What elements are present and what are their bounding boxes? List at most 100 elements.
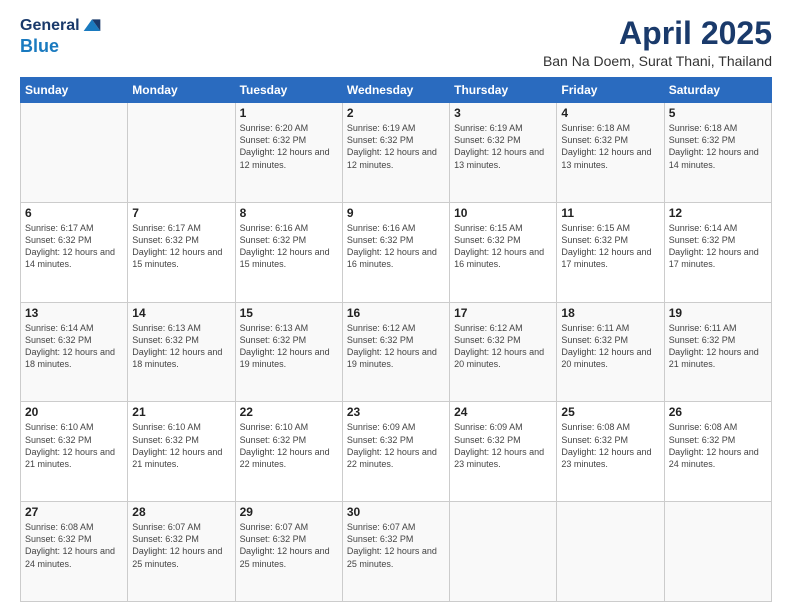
weekday-header: Monday <box>128 78 235 103</box>
day-number: 12 <box>669 206 767 220</box>
day-info: Sunrise: 6:10 AM Sunset: 6:32 PM Dayligh… <box>25 421 123 470</box>
day-number: 29 <box>240 505 338 519</box>
calendar-cell: 15 Sunrise: 6:13 AM Sunset: 6:32 PM Dayli… <box>235 302 342 402</box>
day-number: 24 <box>454 405 552 419</box>
calendar-cell: 7 Sunrise: 6:17 AM Sunset: 6:32 PM Daylig… <box>128 202 235 302</box>
day-number: 19 <box>669 306 767 320</box>
weekday-header: Wednesday <box>342 78 449 103</box>
day-number: 17 <box>454 306 552 320</box>
calendar-cell <box>557 502 664 602</box>
day-info: Sunrise: 6:19 AM Sunset: 6:32 PM Dayligh… <box>454 122 552 171</box>
day-info: Sunrise: 6:07 AM Sunset: 6:32 PM Dayligh… <box>132 521 230 570</box>
day-number: 15 <box>240 306 338 320</box>
day-number: 4 <box>561 106 659 120</box>
day-number: 6 <box>25 206 123 220</box>
day-info: Sunrise: 6:15 AM Sunset: 6:32 PM Dayligh… <box>454 222 552 271</box>
day-number: 2 <box>347 106 445 120</box>
calendar-cell: 26 Sunrise: 6:08 AM Sunset: 6:32 PM Dayli… <box>664 402 771 502</box>
calendar-cell: 13Sunrise: 6:14 AM Sunset: 6:32 PM Dayli… <box>21 302 128 402</box>
calendar-cell: 1 Sunrise: 6:20 AM Sunset: 6:32 PM Daylig… <box>235 103 342 203</box>
day-info: Sunrise: 6:07 AM Sunset: 6:32 PM Dayligh… <box>347 521 445 570</box>
calendar-cell: 9 Sunrise: 6:16 AM Sunset: 6:32 PM Daylig… <box>342 202 449 302</box>
day-number: 11 <box>561 206 659 220</box>
calendar-week-row: 13Sunrise: 6:14 AM Sunset: 6:32 PM Dayli… <box>21 302 772 402</box>
day-number: 3 <box>454 106 552 120</box>
calendar-week-row: 1 Sunrise: 6:20 AM Sunset: 6:32 PM Daylig… <box>21 103 772 203</box>
day-info: Sunrise: 6:12 AM Sunset: 6:32 PM Dayligh… <box>347 322 445 371</box>
weekday-header: Tuesday <box>235 78 342 103</box>
day-number: 14 <box>132 306 230 320</box>
calendar-cell: 28 Sunrise: 6:07 AM Sunset: 6:32 PM Dayli… <box>128 502 235 602</box>
calendar-cell <box>128 103 235 203</box>
day-info: Sunrise: 6:08 AM Sunset: 6:32 PM Dayligh… <box>669 421 767 470</box>
calendar-cell <box>664 502 771 602</box>
page: General Blue April 2025 Ban Na Doem, Sur… <box>0 0 792 612</box>
calendar-cell: 30 Sunrise: 6:07 AM Sunset: 6:32 PM Dayli… <box>342 502 449 602</box>
day-number: 22 <box>240 405 338 419</box>
day-info: Sunrise: 6:13 AM Sunset: 6:32 PM Dayligh… <box>240 322 338 371</box>
calendar-cell: 11 Sunrise: 6:15 AM Sunset: 6:32 PM Dayli… <box>557 202 664 302</box>
calendar-cell: 22Sunrise: 6:10 AM Sunset: 6:32 PM Dayli… <box>235 402 342 502</box>
calendar-cell: 19 Sunrise: 6:11 AM Sunset: 6:32 PM Dayli… <box>664 302 771 402</box>
day-number: 9 <box>347 206 445 220</box>
calendar-cell: 20 Sunrise: 6:10 AM Sunset: 6:32 PM Dayli… <box>21 402 128 502</box>
day-info: Sunrise: 6:17 AM Sunset: 6:32 PM Dayligh… <box>132 222 230 271</box>
logo-general: General <box>20 17 80 35</box>
day-number: 10 <box>454 206 552 220</box>
day-info: Sunrise: 6:20 AM Sunset: 6:32 PM Dayligh… <box>240 122 338 171</box>
day-info: Sunrise: 6:17 AM Sunset: 6:32 PM Dayligh… <box>25 222 123 271</box>
day-info: Sunrise: 6:15 AM Sunset: 6:32 PM Dayligh… <box>561 222 659 271</box>
day-info: Sunrise: 6:08 AM Sunset: 6:32 PM Dayligh… <box>25 521 123 570</box>
calendar-cell: 14Sunrise: 6:13 AM Sunset: 6:32 PM Dayli… <box>128 302 235 402</box>
calendar-cell: 27Sunrise: 6:08 AM Sunset: 6:32 PM Dayli… <box>21 502 128 602</box>
day-info: Sunrise: 6:16 AM Sunset: 6:32 PM Dayligh… <box>347 222 445 271</box>
calendar-cell: 8 Sunrise: 6:16 AM Sunset: 6:32 PM Daylig… <box>235 202 342 302</box>
day-number: 5 <box>669 106 767 120</box>
day-number: 7 <box>132 206 230 220</box>
day-number: 16 <box>347 306 445 320</box>
weekday-header: Sunday <box>21 78 128 103</box>
day-number: 1 <box>240 106 338 120</box>
month-title: April 2025 <box>543 16 772 51</box>
day-number: 26 <box>669 405 767 419</box>
day-info: Sunrise: 6:16 AM Sunset: 6:32 PM Dayligh… <box>240 222 338 271</box>
day-info: Sunrise: 6:18 AM Sunset: 6:32 PM Dayligh… <box>669 122 767 171</box>
calendar-cell: 17 Sunrise: 6:12 AM Sunset: 6:32 PM Dayli… <box>450 302 557 402</box>
day-number: 20 <box>25 405 123 419</box>
day-info: Sunrise: 6:11 AM Sunset: 6:32 PM Dayligh… <box>669 322 767 371</box>
weekday-header: Thursday <box>450 78 557 103</box>
day-number: 8 <box>240 206 338 220</box>
calendar-cell: 3 Sunrise: 6:19 AM Sunset: 6:32 PM Daylig… <box>450 103 557 203</box>
logo-icon <box>82 16 102 36</box>
day-number: 28 <box>132 505 230 519</box>
calendar-cell: 18 Sunrise: 6:11 AM Sunset: 6:32 PM Dayli… <box>557 302 664 402</box>
day-number: 18 <box>561 306 659 320</box>
day-number: 21 <box>132 405 230 419</box>
calendar-cell: 16 Sunrise: 6:12 AM Sunset: 6:32 PM Dayli… <box>342 302 449 402</box>
calendar-cell: 24Sunrise: 6:09 AM Sunset: 6:32 PM Dayli… <box>450 402 557 502</box>
calendar-cell: 2 Sunrise: 6:19 AM Sunset: 6:32 PM Daylig… <box>342 103 449 203</box>
calendar-table: SundayMondayTuesdayWednesdayThursdayFrid… <box>20 77 772 602</box>
day-info: Sunrise: 6:09 AM Sunset: 6:32 PM Dayligh… <box>347 421 445 470</box>
calendar-cell: 25Sunrise: 6:08 AM Sunset: 6:32 PM Dayli… <box>557 402 664 502</box>
calendar-cell: 10 Sunrise: 6:15 AM Sunset: 6:32 PM Dayli… <box>450 202 557 302</box>
day-info: Sunrise: 6:19 AM Sunset: 6:32 PM Dayligh… <box>347 122 445 171</box>
calendar-week-row: 27Sunrise: 6:08 AM Sunset: 6:32 PM Dayli… <box>21 502 772 602</box>
calendar-cell: 21 Sunrise: 6:10 AM Sunset: 6:32 PM Dayli… <box>128 402 235 502</box>
day-number: 30 <box>347 505 445 519</box>
day-info: Sunrise: 6:12 AM Sunset: 6:32 PM Dayligh… <box>454 322 552 371</box>
day-info: Sunrise: 6:14 AM Sunset: 6:32 PM Dayligh… <box>25 322 123 371</box>
day-info: Sunrise: 6:08 AM Sunset: 6:32 PM Dayligh… <box>561 421 659 470</box>
calendar-cell <box>450 502 557 602</box>
logo-blue: Blue <box>20 36 59 57</box>
calendar-cell: 5 Sunrise: 6:18 AM Sunset: 6:32 PM Daylig… <box>664 103 771 203</box>
day-info: Sunrise: 6:10 AM Sunset: 6:32 PM Dayligh… <box>132 421 230 470</box>
weekday-header: Friday <box>557 78 664 103</box>
calendar-cell: 29Sunrise: 6:07 AM Sunset: 6:32 PM Dayli… <box>235 502 342 602</box>
day-info: Sunrise: 6:14 AM Sunset: 6:32 PM Dayligh… <box>669 222 767 271</box>
calendar-cell: 6 Sunrise: 6:17 AM Sunset: 6:32 PM Daylig… <box>21 202 128 302</box>
calendar-header-row: SundayMondayTuesdayWednesdayThursdayFrid… <box>21 78 772 103</box>
title-block: April 2025 Ban Na Doem, Surat Thani, Tha… <box>543 16 772 69</box>
calendar-cell: 12 Sunrise: 6:14 AM Sunset: 6:32 PM Dayli… <box>664 202 771 302</box>
day-info: Sunrise: 6:11 AM Sunset: 6:32 PM Dayligh… <box>561 322 659 371</box>
